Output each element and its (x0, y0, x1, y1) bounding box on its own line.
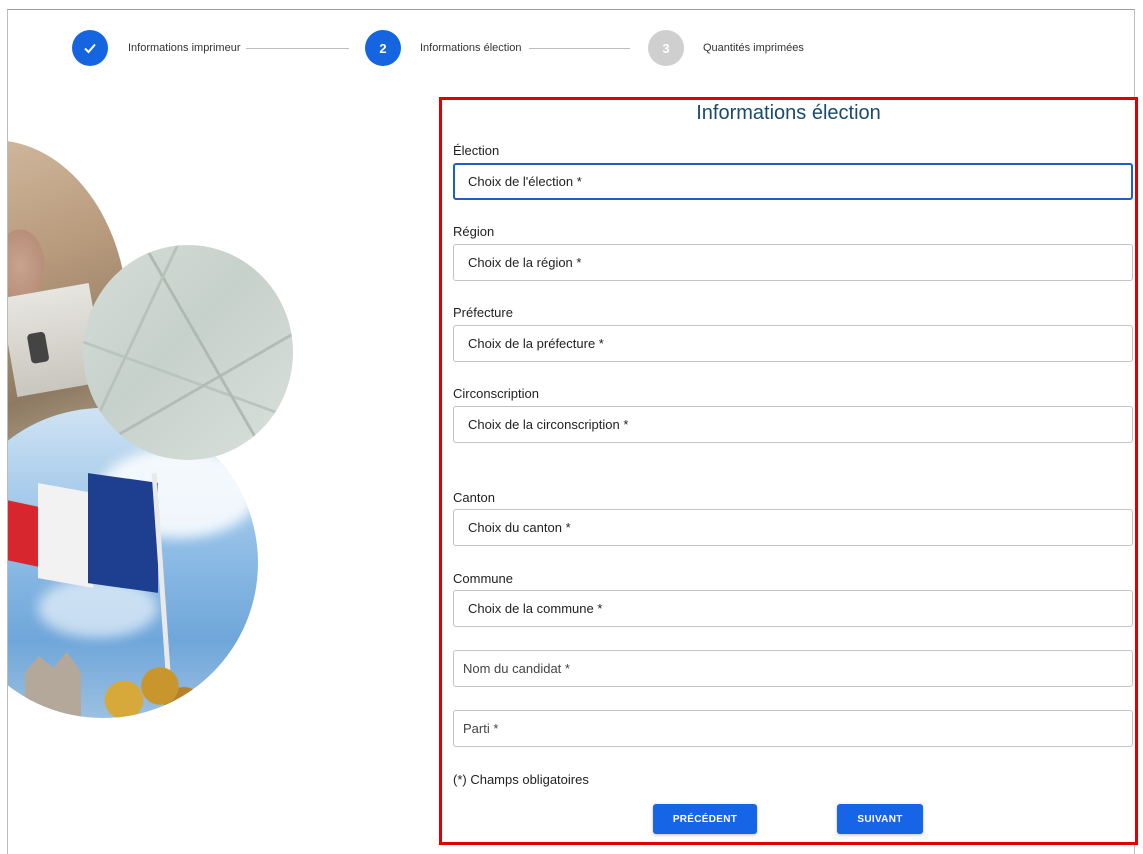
step-3-label: Quantités imprimées (703, 42, 804, 54)
previous-button[interactable]: PRÉCÉDENT (653, 804, 757, 834)
step-2-circle[interactable]: 2 (365, 30, 401, 66)
prefecture-label: Préfecture (453, 305, 513, 320)
commune-select-placeholder: Choix de la commune * (468, 601, 603, 616)
next-button[interactable]: SUIVANT (837, 804, 923, 834)
region-label: Région (453, 224, 495, 239)
circonscription-select[interactable]: Choix de la circonscription * (453, 406, 1133, 443)
circonscription-select-placeholder: Choix de la circonscription * (468, 417, 629, 432)
election-select-placeholder: Choix de l'élection * (468, 174, 582, 189)
election-label: Élection (453, 143, 500, 158)
step-2-number: 2 (379, 40, 387, 56)
region-select-placeholder: Choix de la région * (468, 255, 582, 270)
prefecture-select-placeholder: Choix de la préfecture * (468, 336, 604, 351)
ballot-papers-image (83, 245, 293, 460)
party-input[interactable]: Parti * (453, 710, 1133, 747)
circonscription-label: Circonscription (453, 386, 539, 401)
step-3-circle[interactable]: 3 (648, 30, 684, 66)
step-3-number: 3 (662, 40, 670, 56)
candidate-name-input[interactable]: Nom du candidat * (453, 650, 1133, 687)
candidate-name-placeholder: Nom du candidat * (463, 661, 570, 676)
stepper: Informations imprimeur 2 Informations él… (0, 0, 1143, 90)
canton-select-placeholder: Choix du canton * (468, 520, 571, 535)
step-connector (529, 48, 630, 49)
party-placeholder: Parti * (463, 721, 499, 736)
prefecture-select[interactable]: Choix de la préfecture * (453, 325, 1133, 362)
canton-select[interactable]: Choix du canton * (453, 509, 1133, 546)
form-title: Informations élection (696, 102, 881, 124)
canton-label: Canton (453, 490, 495, 505)
commune-select[interactable]: Choix de la commune * (453, 590, 1133, 627)
election-info-form: Informations élection Élection Choix de … (439, 97, 1138, 845)
required-fields-note: (*) Champs obligatoires (453, 772, 589, 787)
step-1-circle[interactable] (72, 30, 108, 66)
step-connector (246, 48, 349, 49)
election-select[interactable]: Choix de l'élection * (453, 163, 1133, 200)
step-1-label: Informations imprimeur (128, 42, 241, 54)
region-select[interactable]: Choix de la région * (453, 244, 1133, 281)
check-icon (84, 43, 96, 54)
illustration-collage (8, 140, 308, 720)
commune-label: Commune (453, 571, 513, 586)
step-2-label: Informations élection (420, 42, 522, 54)
